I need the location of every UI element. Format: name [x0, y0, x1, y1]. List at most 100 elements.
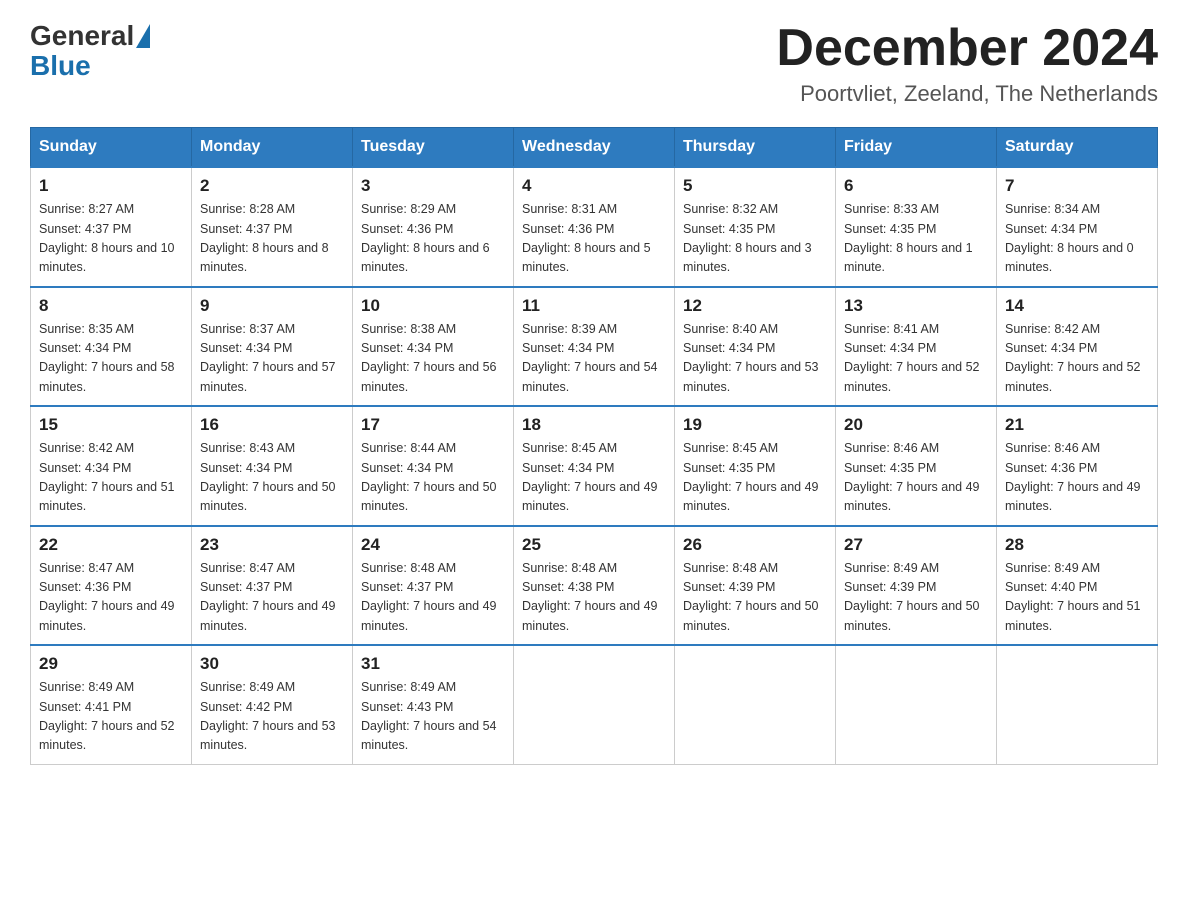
day-number: 10 — [361, 296, 505, 316]
week-row-5: 29Sunrise: 8:49 AMSunset: 4:41 PMDayligh… — [31, 645, 1158, 764]
day-cell-12: 12Sunrise: 8:40 AMSunset: 4:34 PMDayligh… — [675, 287, 836, 407]
day-number: 2 — [200, 176, 344, 196]
day-cell-1: 1 Sunrise: 8:27 AMSunset: 4:37 PMDaylight… — [31, 167, 192, 287]
day-number: 11 — [522, 296, 666, 316]
day-cell-29: 29Sunrise: 8:49 AMSunset: 4:41 PMDayligh… — [31, 645, 192, 764]
day-number: 29 — [39, 654, 183, 674]
day-cell-9: 9 Sunrise: 8:37 AMSunset: 4:34 PMDaylight… — [192, 287, 353, 407]
column-header-tuesday: Tuesday — [353, 128, 514, 168]
day-cell-8: 8Sunrise: 8:35 AMSunset: 4:34 PMDaylight… — [31, 287, 192, 407]
day-number: 31 — [361, 654, 505, 674]
day-info: Sunrise: 8:31 AMSunset: 4:36 PMDaylight:… — [522, 200, 666, 278]
day-info: Sunrise: 8:41 AMSunset: 4:34 PMDaylight:… — [844, 320, 988, 398]
day-number: 28 — [1005, 535, 1149, 555]
week-row-4: 22Sunrise: 8:47 AMSunset: 4:36 PMDayligh… — [31, 526, 1158, 646]
day-cell-17: 17Sunrise: 8:44 AMSunset: 4:34 PMDayligh… — [353, 406, 514, 526]
day-info: Sunrise: 8:45 AMSunset: 4:34 PMDaylight:… — [522, 439, 666, 517]
day-info: Sunrise: 8:39 AMSunset: 4:34 PMDaylight:… — [522, 320, 666, 398]
logo-triangle-icon — [136, 24, 150, 48]
day-cell-6: 6 Sunrise: 8:33 AMSunset: 4:35 PMDaylight… — [836, 167, 997, 287]
day-info: Sunrise: 8:43 AMSunset: 4:34 PMDaylight:… — [200, 439, 344, 517]
day-number: 1 — [39, 176, 183, 196]
calendar-table: SundayMondayTuesdayWednesdayThursdayFrid… — [30, 127, 1158, 765]
day-info: Sunrise: 8:44 AMSunset: 4:34 PMDaylight:… — [361, 439, 505, 517]
day-cell-25: 25 Sunrise: 8:48 AMSunset: 4:38 PMDayligh… — [514, 526, 675, 646]
day-number: 14 — [1005, 296, 1149, 316]
day-info: Sunrise: 8:37 AMSunset: 4:34 PMDaylight:… — [200, 320, 344, 398]
empty-cell — [675, 645, 836, 764]
day-info: Sunrise: 8:42 AMSunset: 4:34 PMDaylight:… — [1005, 320, 1149, 398]
day-info: Sunrise: 8:32 AMSunset: 4:35 PMDaylight:… — [683, 200, 827, 278]
day-info: Sunrise: 8:42 AMSunset: 4:34 PMDaylight:… — [39, 439, 183, 517]
day-info: Sunrise: 8:49 AMSunset: 4:43 PMDaylight:… — [361, 678, 505, 756]
day-cell-5: 5Sunrise: 8:32 AMSunset: 4:35 PMDaylight… — [675, 167, 836, 287]
day-info: Sunrise: 8:38 AMSunset: 4:34 PMDaylight:… — [361, 320, 505, 398]
day-cell-11: 11 Sunrise: 8:39 AMSunset: 4:34 PMDayligh… — [514, 287, 675, 407]
column-header-friday: Friday — [836, 128, 997, 168]
day-info: Sunrise: 8:45 AMSunset: 4:35 PMDaylight:… — [683, 439, 827, 517]
day-cell-28: 28 Sunrise: 8:49 AMSunset: 4:40 PMDayligh… — [997, 526, 1158, 646]
day-info: Sunrise: 8:48 AMSunset: 4:38 PMDaylight:… — [522, 559, 666, 637]
week-row-1: 1 Sunrise: 8:27 AMSunset: 4:37 PMDaylight… — [31, 167, 1158, 287]
day-info: Sunrise: 8:33 AMSunset: 4:35 PMDaylight:… — [844, 200, 988, 278]
day-number: 8 — [39, 296, 183, 316]
day-info: Sunrise: 8:48 AMSunset: 4:39 PMDaylight:… — [683, 559, 827, 637]
day-info: Sunrise: 8:47 AMSunset: 4:37 PMDaylight:… — [200, 559, 344, 637]
location-subtitle: Poortvliet, Zeeland, The Netherlands — [776, 81, 1158, 107]
day-number: 3 — [361, 176, 505, 196]
day-cell-22: 22Sunrise: 8:47 AMSunset: 4:36 PMDayligh… — [31, 526, 192, 646]
day-number: 6 — [844, 176, 988, 196]
day-cell-18: 18 Sunrise: 8:45 AMSunset: 4:34 PMDayligh… — [514, 406, 675, 526]
day-number: 21 — [1005, 415, 1149, 435]
day-number: 16 — [200, 415, 344, 435]
day-cell-15: 15 Sunrise: 8:42 AMSunset: 4:34 PMDayligh… — [31, 406, 192, 526]
column-header-sunday: Sunday — [31, 128, 192, 168]
day-cell-20: 20 Sunrise: 8:46 AMSunset: 4:35 PMDayligh… — [836, 406, 997, 526]
day-number: 9 — [200, 296, 344, 316]
day-cell-3: 3 Sunrise: 8:29 AMSunset: 4:36 PMDaylight… — [353, 167, 514, 287]
day-info: Sunrise: 8:27 AMSunset: 4:37 PMDaylight:… — [39, 200, 183, 278]
day-cell-31: 31 Sunrise: 8:49 AMSunset: 4:43 PMDayligh… — [353, 645, 514, 764]
day-info: Sunrise: 8:49 AMSunset: 4:39 PMDaylight:… — [844, 559, 988, 637]
logo: General Blue — [30, 20, 152, 82]
day-cell-27: 27 Sunrise: 8:49 AMSunset: 4:39 PMDayligh… — [836, 526, 997, 646]
logo-blue-text: Blue — [30, 50, 91, 82]
calendar-header-row: SundayMondayTuesdayWednesdayThursdayFrid… — [31, 128, 1158, 168]
day-cell-4: 4Sunrise: 8:31 AMSunset: 4:36 PMDaylight… — [514, 167, 675, 287]
title-section: December 2024 Poortvliet, Zeeland, The N… — [776, 20, 1158, 107]
day-number: 18 — [522, 415, 666, 435]
day-cell-16: 16 Sunrise: 8:43 AMSunset: 4:34 PMDayligh… — [192, 406, 353, 526]
day-info: Sunrise: 8:49 AMSunset: 4:42 PMDaylight:… — [200, 678, 344, 756]
day-number: 19 — [683, 415, 827, 435]
column-header-saturday: Saturday — [997, 128, 1158, 168]
day-info: Sunrise: 8:46 AMSunset: 4:35 PMDaylight:… — [844, 439, 988, 517]
day-info: Sunrise: 8:49 AMSunset: 4:40 PMDaylight:… — [1005, 559, 1149, 637]
day-number: 26 — [683, 535, 827, 555]
empty-cell — [997, 645, 1158, 764]
day-cell-24: 24Sunrise: 8:48 AMSunset: 4:37 PMDayligh… — [353, 526, 514, 646]
empty-cell — [836, 645, 997, 764]
day-number: 15 — [39, 415, 183, 435]
day-cell-7: 7 Sunrise: 8:34 AMSunset: 4:34 PMDaylight… — [997, 167, 1158, 287]
day-number: 7 — [1005, 176, 1149, 196]
page-header: General Blue December 2024 Poortvliet, Z… — [30, 20, 1158, 107]
day-number: 27 — [844, 535, 988, 555]
day-number: 25 — [522, 535, 666, 555]
day-info: Sunrise: 8:34 AMSunset: 4:34 PMDaylight:… — [1005, 200, 1149, 278]
day-cell-30: 30 Sunrise: 8:49 AMSunset: 4:42 PMDayligh… — [192, 645, 353, 764]
day-info: Sunrise: 8:29 AMSunset: 4:36 PMDaylight:… — [361, 200, 505, 278]
day-number: 20 — [844, 415, 988, 435]
day-number: 23 — [200, 535, 344, 555]
day-number: 22 — [39, 535, 183, 555]
month-year-title: December 2024 — [776, 20, 1158, 77]
day-info: Sunrise: 8:46 AMSunset: 4:36 PMDaylight:… — [1005, 439, 1149, 517]
column-header-monday: Monday — [192, 128, 353, 168]
day-number: 13 — [844, 296, 988, 316]
day-number: 30 — [200, 654, 344, 674]
logo-general-text: General — [30, 20, 134, 52]
day-cell-14: 14 Sunrise: 8:42 AMSunset: 4:34 PMDayligh… — [997, 287, 1158, 407]
day-cell-19: 19 Sunrise: 8:45 AMSunset: 4:35 PMDayligh… — [675, 406, 836, 526]
day-cell-10: 10 Sunrise: 8:38 AMSunset: 4:34 PMDayligh… — [353, 287, 514, 407]
column-header-thursday: Thursday — [675, 128, 836, 168]
week-row-2: 8Sunrise: 8:35 AMSunset: 4:34 PMDaylight… — [31, 287, 1158, 407]
